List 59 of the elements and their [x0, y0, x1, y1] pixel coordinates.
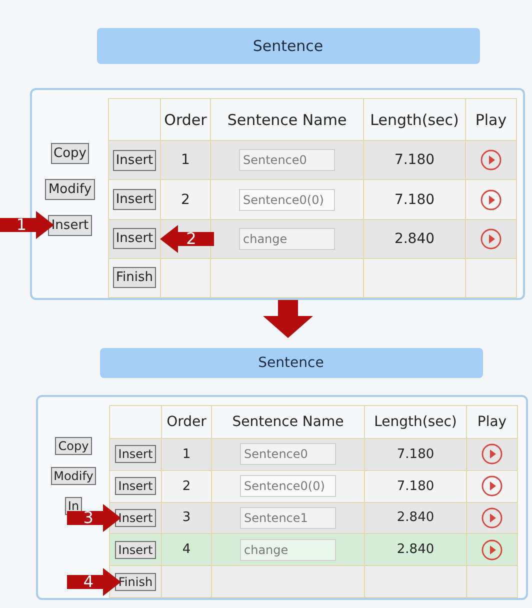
- column-header: Length(sec): [370, 110, 459, 129]
- column-header: Play: [475, 110, 507, 129]
- action-button[interactable]: Copy: [50, 143, 90, 164]
- order-number: 1: [181, 152, 190, 168]
- sentence-name-field[interactable]: change: [239, 228, 335, 250]
- step-number: 4: [83, 572, 94, 592]
- length-value: 2.840: [396, 510, 434, 526]
- sentence-name-field[interactable]: Sentence0: [239, 149, 335, 172]
- length-value: 2.840: [396, 542, 434, 558]
- length-value: 7.180: [394, 192, 435, 208]
- play-icon[interactable]: [481, 443, 503, 466]
- step-number: 1: [16, 215, 27, 235]
- order-number: 1: [182, 446, 191, 462]
- play-icon[interactable]: [481, 506, 503, 529]
- column-header: Length(sec): [374, 414, 457, 430]
- action-button[interactable]: Modify: [50, 467, 96, 485]
- length-value: 7.180: [396, 478, 434, 494]
- column-header: Order: [164, 110, 207, 129]
- action-button[interactable]: Modify: [45, 179, 95, 200]
- finish-button[interactable]: Finish: [115, 572, 156, 591]
- order-number: 2: [182, 478, 191, 494]
- play-icon[interactable]: [480, 188, 502, 211]
- order-number: 3: [182, 510, 191, 526]
- section-title-bar: Sentence: [100, 348, 482, 378]
- play-icon[interactable]: [481, 475, 503, 498]
- insert-button[interactable]: Insert: [115, 445, 156, 464]
- callout-arrow-icon: [0, 211, 54, 239]
- insert-button[interactable]: Insert: [115, 540, 156, 559]
- callout-arrow-icon: [67, 568, 122, 596]
- sentence-name-field[interactable]: change: [240, 538, 336, 561]
- step-number: 3: [83, 508, 94, 528]
- section-title-bar: Sentence: [96, 28, 480, 64]
- order-number: 4: [182, 542, 191, 558]
- sentence-name-field[interactable]: Sentence0(0): [240, 475, 336, 498]
- length-value: 2.840: [394, 230, 435, 247]
- sentence-name-field[interactable]: Sentence0(0): [239, 188, 335, 211]
- play-icon[interactable]: [480, 228, 502, 250]
- insert-button[interactable]: Insert: [115, 508, 156, 527]
- insert-button[interactable]: Insert: [112, 189, 156, 210]
- down-arrow-icon: [263, 300, 313, 338]
- action-button[interactable]: Insert: [48, 215, 92, 236]
- length-value: 7.180: [396, 446, 434, 462]
- step-number: 2: [186, 228, 196, 249]
- column-header: Sentence Name: [227, 110, 347, 129]
- action-button[interactable]: Copy: [55, 437, 92, 455]
- finish-button[interactable]: Finish: [112, 267, 156, 288]
- order-number: 2: [181, 192, 190, 208]
- column-header: Sentence Name: [232, 414, 344, 430]
- insert-button[interactable]: Insert: [112, 150, 156, 171]
- play-icon[interactable]: [481, 538, 503, 561]
- column-header: Order: [166, 414, 206, 430]
- play-icon[interactable]: [480, 149, 502, 172]
- sentence-name-field[interactable]: Sentence1: [240, 506, 336, 529]
- column-header: Play: [477, 414, 507, 430]
- callout-arrow-icon: [160, 224, 214, 253]
- sentence-name-field[interactable]: Sentence0: [240, 443, 336, 466]
- insert-button[interactable]: Insert: [115, 477, 156, 496]
- length-value: 7.180: [394, 152, 435, 168]
- insert-button[interactable]: Insert: [112, 228, 156, 250]
